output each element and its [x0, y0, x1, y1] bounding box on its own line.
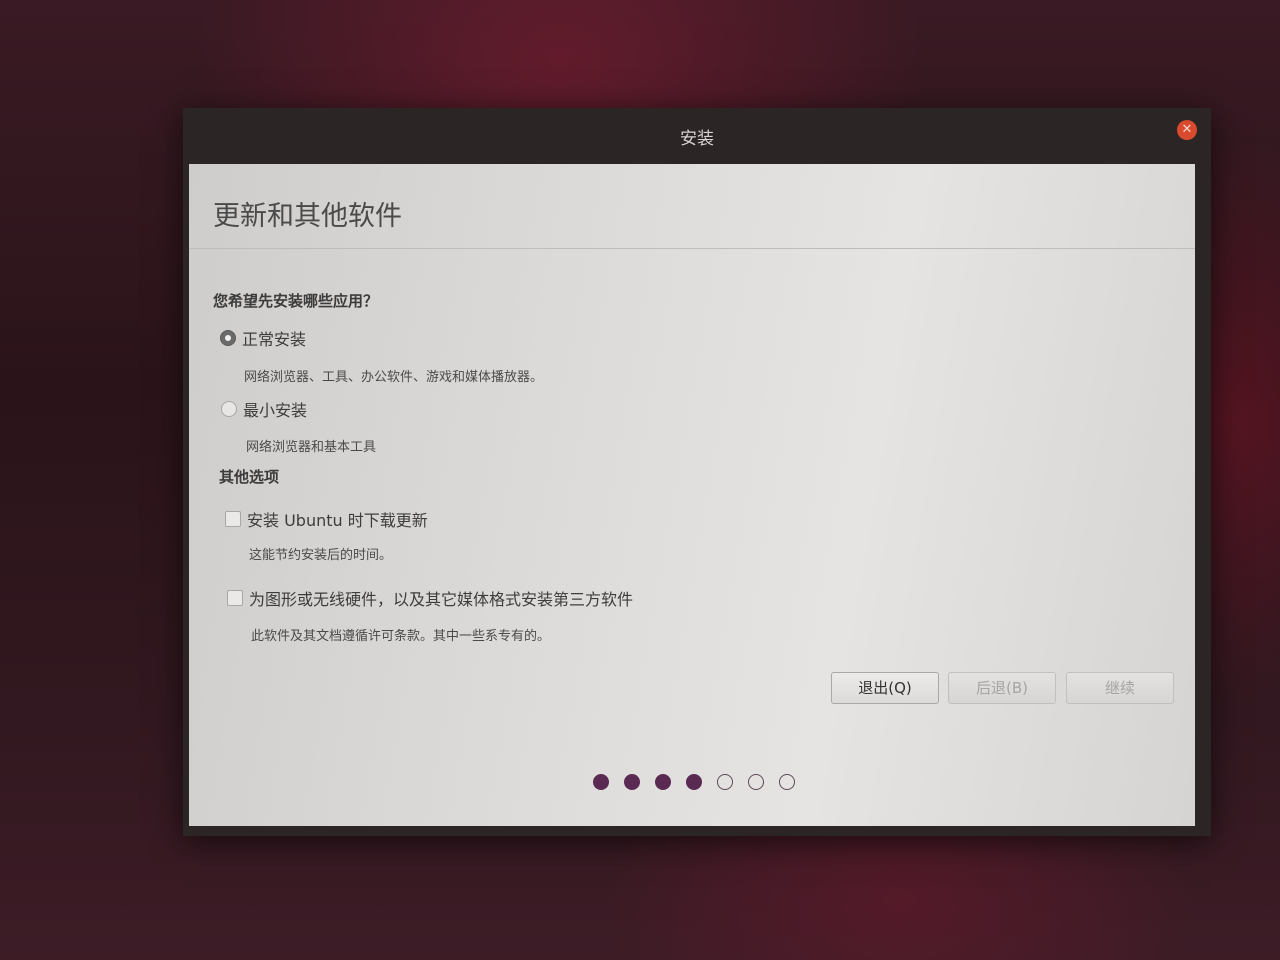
minimal-install-label[interactable]: 最小安装 — [243, 397, 307, 421]
normal-install-radio-option[interactable]: 正常安装 — [220, 326, 306, 350]
close-icon[interactable]: ✕ — [1177, 120, 1197, 140]
download-updates-label[interactable]: 安装 Ubuntu 时下载更新 — [247, 507, 428, 531]
window-title: 安装 — [680, 129, 714, 149]
progress-dot — [779, 774, 795, 790]
progress-dot — [717, 774, 733, 790]
download-updates-checkbox[interactable] — [225, 511, 241, 527]
progress-dot — [686, 774, 702, 790]
third-party-software-option[interactable]: 为图形或无线硬件，以及其它媒体格式安装第三方软件 — [227, 586, 633, 610]
installer-window: 安装 ✕ 更新和其他软件 您希望先安装哪些应用？ 正常安装 网络浏览器、工具、办… — [183, 108, 1211, 836]
download-updates-option[interactable]: 安装 Ubuntu 时下载更新 — [225, 507, 428, 531]
quit-button[interactable]: 退出(Q) — [831, 672, 939, 704]
progress-dot — [593, 774, 609, 790]
progress-dot — [624, 774, 640, 790]
install-type-heading: 您希望先安装哪些应用？ — [213, 292, 379, 310]
minimal-install-radio-option[interactable]: 最小安装 — [221, 397, 307, 421]
progress-dot — [748, 774, 764, 790]
third-party-software-label[interactable]: 为图形或无线硬件，以及其它媒体格式安装第三方软件 — [249, 586, 633, 610]
minimal-install-radio[interactable] — [221, 401, 237, 417]
page-title: 更新和其他软件 — [213, 201, 402, 232]
normal-install-radio[interactable] — [220, 330, 236, 346]
progress-dot — [655, 774, 671, 790]
progress-dots — [593, 774, 810, 790]
title-divider — [189, 248, 1195, 249]
download-updates-description: 这能节约安装后的时间。 — [249, 548, 393, 563]
content-panel: 更新和其他软件 您希望先安装哪些应用？ 正常安装 网络浏览器、工具、办公软件、游… — [189, 164, 1195, 826]
third-party-software-checkbox[interactable] — [227, 590, 243, 606]
back-button[interactable]: 后退(B) — [948, 672, 1056, 704]
continue-button[interactable]: 继续 — [1066, 672, 1174, 704]
title-bar: 安装 ✕ — [183, 108, 1211, 158]
other-options-heading: 其他选项 — [219, 468, 280, 486]
minimal-install-description: 网络浏览器和基本工具 — [246, 440, 377, 455]
normal-install-description: 网络浏览器、工具、办公软件、游戏和媒体播放器。 — [244, 370, 544, 385]
normal-install-label[interactable]: 正常安装 — [242, 326, 306, 350]
third-party-software-description: 此软件及其文档遵循许可条款。其中一些系专有的。 — [251, 629, 551, 644]
